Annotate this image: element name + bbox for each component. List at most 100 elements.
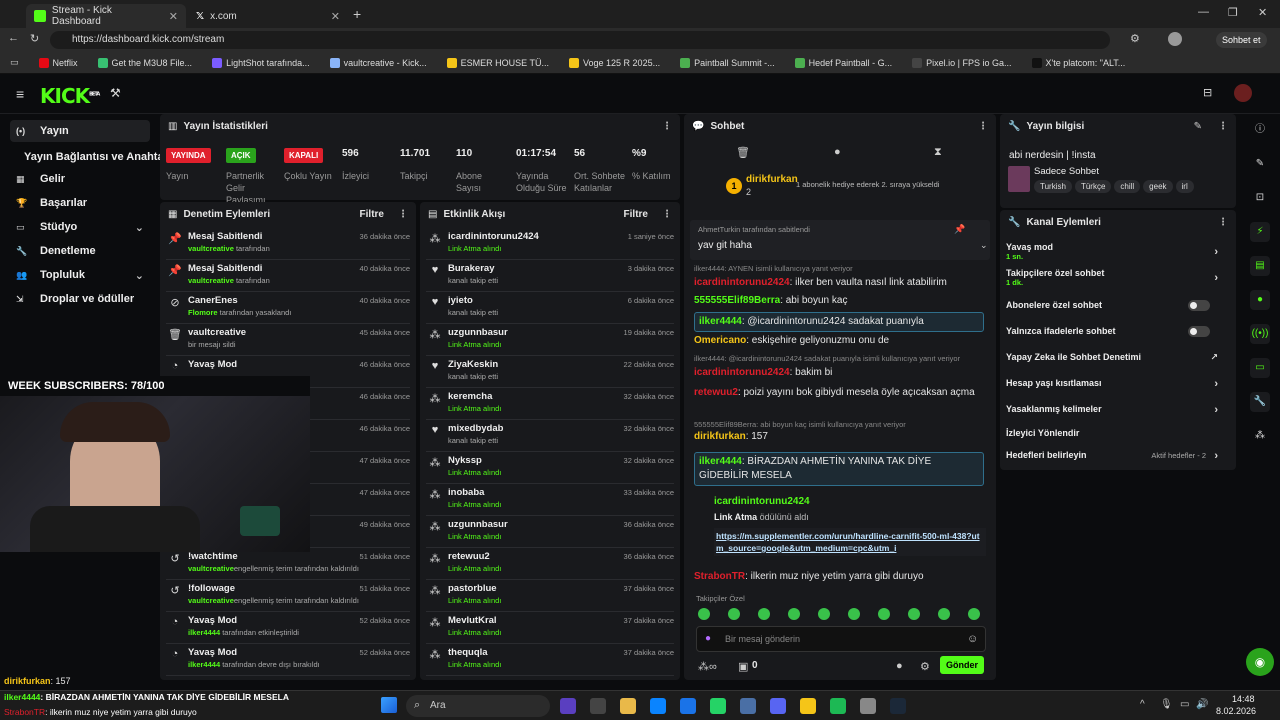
chat-username[interactable]: retewuu2 <box>694 387 738 398</box>
gift-icon[interactable]: ▣ <box>738 660 748 673</box>
mod-action-row[interactable]: ↺ !watchtime vaultcreativeengellenmiş teri… <box>166 548 410 580</box>
channel-action-row[interactable]: Yalnızca ifadelerle sohbet <box>1006 326 1230 348</box>
tab-x[interactable]: 𝕏 x.com ✕ <box>188 4 348 28</box>
windows-start-icon[interactable] <box>381 697 397 713</box>
gear-icon[interactable]: ⚙ <box>920 660 930 673</box>
edit-icon[interactable]: ✎ <box>1250 154 1270 174</box>
bookmark-item[interactable]: Netflix <box>29 57 88 68</box>
row-title[interactable]: inobaba <box>448 484 501 498</box>
edge-icon[interactable] <box>650 698 666 714</box>
emote-icon[interactable] <box>848 608 860 620</box>
activity-row[interactable]: ⁂ uzgunnbasur Link Atma alındı 19 dakika ön… <box>426 324 674 356</box>
chat-username[interactable]: ilker4444 <box>699 456 742 467</box>
trash-icon[interactable]: 🗑 <box>736 146 750 159</box>
chevron-right-icon[interactable]: › <box>1214 272 1218 284</box>
lightning-icon[interactable]: ⚡ <box>1250 222 1270 242</box>
bookmark-item[interactable]: LightShot tarafında... <box>202 57 320 68</box>
row-user[interactable]: Flomore <box>188 308 218 317</box>
sidebar-item-8[interactable]: ⇲ Droplar ve ödüller <box>10 288 150 310</box>
emote-icon[interactable] <box>698 608 710 620</box>
row-title[interactable]: icardinintorunu2424 <box>448 228 539 242</box>
volume-icon[interactable]: 🔊 <box>1196 699 1208 710</box>
row-user[interactable]: ilker4444 <box>188 628 220 637</box>
activity-row[interactable]: ⁂ inobaba Link Atma alındı 33 dakika önce <box>426 484 674 516</box>
url-field[interactable]: https://dashboard.kick.com/stream <box>50 31 1110 49</box>
kebab-icon[interactable]: ⋮ <box>662 209 672 220</box>
row-title[interactable]: keremcha <box>448 388 501 402</box>
activity-filter-button[interactable]: Filtre <box>624 209 648 220</box>
copilot-button[interactable]: Sohbet et <box>1216 32 1267 48</box>
sidebar-item-6[interactable]: 🔧 Denetleme <box>10 240 150 262</box>
sidebar-item-3[interactable]: ▦ Gelir <box>10 168 150 190</box>
bookmark-item[interactable]: Hedef Paintball - G... <box>785 57 903 68</box>
help-chat-button[interactable]: ◉ <box>1246 648 1274 676</box>
row-title[interactable]: Burakeray <box>448 260 498 274</box>
chat-username[interactable]: ilker4444 <box>699 316 742 327</box>
tag-chip[interactable]: Turkish <box>1034 180 1072 193</box>
mod-action-row[interactable]: 📌 Mesaj Sabitlendi vaultcreative tarafında… <box>166 260 410 292</box>
gift-user[interactable]: dirikfurkan <box>746 174 798 185</box>
chat-username[interactable]: icardinintorunu2424 <box>694 367 790 378</box>
copilot-app-icon[interactable] <box>560 698 576 714</box>
row-user[interactable]: ilker4444 <box>188 660 220 669</box>
external-link-icon[interactable]: ↗ <box>1210 352 1218 363</box>
chevron-right-icon[interactable]: › <box>1214 378 1218 390</box>
mod-action-row[interactable]: ⊘ CanerEnes Flomore tarafından yasaklandı 4… <box>166 292 410 324</box>
back-icon[interactable]: ← <box>8 32 19 44</box>
network-icon[interactable]: ▭ <box>1180 699 1189 710</box>
chevron-right-icon[interactable]: › <box>1214 246 1218 258</box>
kebab-icon[interactable]: ⋮ <box>978 121 988 132</box>
close-tab-icon[interactable]: ✕ <box>169 10 178 23</box>
channel-action-row[interactable]: Takipçilere özel sohbet 1 dk. › <box>1006 268 1230 290</box>
row-user[interactable]: vaultcreative <box>188 596 234 605</box>
mod-action-row[interactable]: ↺ !followage vaultcreativeengellenmiş teri… <box>166 580 410 612</box>
info-icon[interactable]: ⓘ <box>1250 120 1270 140</box>
chevron-right-icon[interactable]: › <box>1214 404 1218 416</box>
task-view-icon[interactable] <box>590 698 606 714</box>
activity-row[interactable]: ⁂ retewuu2 Link Atma alındı 36 dakika önce <box>426 548 674 580</box>
bookmark-item[interactable]: Get the M3U8 File... <box>88 57 203 68</box>
emote-icon[interactable] <box>758 608 770 620</box>
activity-row[interactable]: ⁂ keremcha Link Atma alındı 32 dakika önce <box>426 388 674 420</box>
wrench-icon[interactable]: 🔧 <box>1250 392 1270 412</box>
chat-input[interactable]: ● Bir mesaj gönderin ☺ <box>696 626 986 652</box>
chat-bubble-icon[interactable]: ● <box>1250 290 1270 310</box>
kebab-icon[interactable]: ⋮ <box>1218 121 1228 132</box>
chat-username[interactable]: 555555Elif89Berra <box>694 295 780 306</box>
kebab-icon[interactable]: ⋮ <box>398 209 408 220</box>
minimize-button[interactable]: — <box>1198 6 1209 18</box>
pin-icon[interactable]: 📌 <box>954 224 965 235</box>
chevron-down-icon[interactable]: ⌄ <box>980 240 988 251</box>
emote-icon[interactable] <box>818 608 830 620</box>
points-icon[interactable]: ⁂ <box>1250 426 1270 446</box>
channel-action-row[interactable]: Yavaş mod 1 sn. › <box>1006 242 1230 264</box>
sidebar-item-1[interactable]: (•) Yayın <box>10 120 150 142</box>
layout-icon[interactable]: ▭ <box>1250 358 1270 378</box>
channel-action-row[interactable]: Yasaklanmış kelimeler › <box>1006 404 1230 426</box>
mod-action-row[interactable]: 🗑 vaultcreative bir mesajı sildi 45 dakika … <box>166 324 410 356</box>
fullscreen-icon[interactable]: ⊡ <box>1250 188 1270 208</box>
mod-action-row[interactable]: ◔ Yavaş Mod ilker4444 tarafından devre dış… <box>166 644 410 676</box>
category-name[interactable]: Sadece Sohbet <box>1034 166 1099 177</box>
new-tab-button[interactable]: + <box>353 6 361 22</box>
settings-chat-icon[interactable]: ● <box>896 660 903 672</box>
tag-chip[interactable]: geek <box>1143 180 1173 193</box>
activity-row[interactable]: ♥ mixedbydab kanalı takip etti 32 dakika ön… <box>426 420 674 452</box>
bookmark-item[interactable]: Paintball Summit -... <box>670 57 785 68</box>
row-user[interactable]: vaultcreative <box>188 564 234 573</box>
row-title[interactable]: uzgunnbasur <box>448 324 508 338</box>
redeem-user[interactable]: icardinintorunu2424 <box>714 496 810 507</box>
app-icon[interactable] <box>740 698 756 714</box>
sidebar-item-7[interactable]: 👥 Topluluk ⌄ <box>10 264 150 286</box>
bookmark-item[interactable]: X'te platcom: "ALT... <box>1022 57 1136 68</box>
spotify-icon[interactable] <box>830 698 846 714</box>
activity-row[interactable]: ♥ iyieto kanalı takip etti 6 dakika önce <box>426 292 674 324</box>
speech-icon[interactable]: ● <box>834 146 841 158</box>
tray-chevron-icon[interactable]: ^ <box>1140 699 1145 710</box>
kebab-icon[interactable]: ⋮ <box>1218 217 1228 228</box>
emote-icon[interactable] <box>788 608 800 620</box>
chat-username[interactable]: StrabonTR <box>694 571 745 582</box>
emoji-icon[interactable]: ☺ <box>967 633 978 645</box>
broadcast-icon[interactable]: ((•)) <box>1250 324 1270 344</box>
channel-action-row[interactable]: Hedefleri belirleyin › Aktif hedefler - 2 <box>1006 450 1230 472</box>
